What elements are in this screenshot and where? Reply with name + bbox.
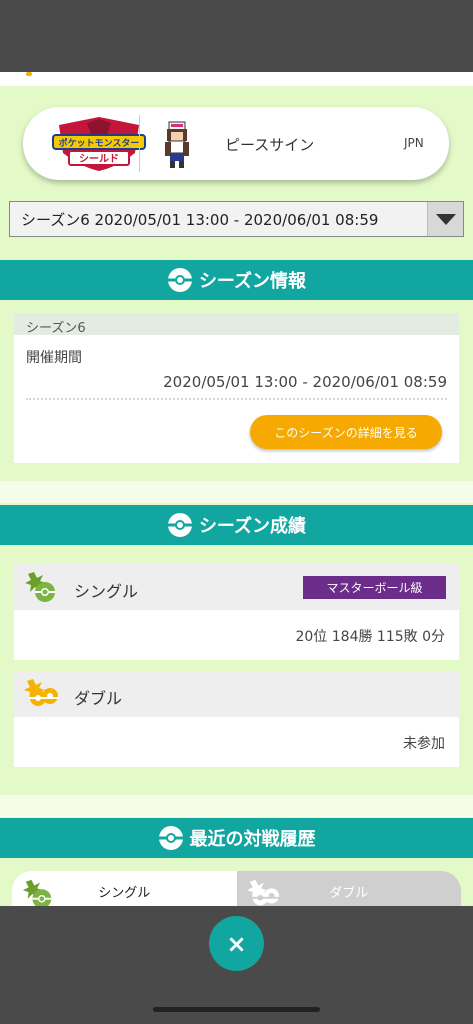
top-strip	[0, 72, 473, 86]
chevron-down-icon	[435, 213, 456, 225]
tab-double[interactable]: ダブル	[236, 871, 461, 911]
single-result-head: シングル マスターボール級	[14, 564, 459, 610]
season-info-title: シーズン情報	[198, 271, 307, 292]
profile-divider	[139, 115, 140, 172]
double-result-head: ダブル	[14, 671, 459, 717]
single-battle-icon	[25, 572, 55, 602]
logo-text-bottom: シールド	[79, 153, 119, 165]
season-detail-button[interactable]: このシーズンの詳細を見る	[250, 415, 442, 449]
double-result-body: 未参加	[14, 717, 459, 767]
single-result-card: シングル マスターボール級 20位 184勝 115敗 0分	[14, 564, 459, 660]
battle-history-title: 最近の対戦履歴	[189, 829, 316, 850]
section-spacer	[0, 481, 473, 503]
season-dropdown[interactable]: シーズン6 2020/05/01 13:00 - 2020/06/01 08:5…	[9, 201, 464, 237]
pokeball-icon	[167, 268, 192, 292]
status-bar-area	[0, 0, 473, 72]
double-record: 未参加	[403, 736, 445, 752]
dotted-divider	[26, 398, 447, 400]
pokemon-shield-logo: ポケットモンスター シールド	[52, 117, 146, 171]
period-label: 開催期間	[26, 350, 82, 366]
battle-history-tabs: シングル ダブル	[12, 871, 461, 911]
tab-single-label: シングル	[98, 885, 151, 901]
single-label: シングル	[74, 582, 139, 601]
double-battle-icon	[24, 679, 59, 706]
season-info-card: シーズン6 開催期間 2020/05/01 13:00 - 2020/06/01…	[14, 313, 459, 463]
home-indicator	[153, 1007, 320, 1012]
close-icon: ×	[226, 929, 247, 958]
rank-badge: マスターボール級	[303, 576, 446, 599]
season-info-header: シーズン情報	[0, 260, 473, 300]
pokeball-icon	[167, 513, 192, 537]
tab-double-label: ダブル	[329, 885, 369, 901]
season-dropdown-value: シーズン6 2020/05/01 13:00 - 2020/06/01 08:5…	[21, 210, 379, 229]
single-record: 20位 184勝 115敗 0分	[295, 629, 445, 645]
dropdown-arrow-button[interactable]	[427, 202, 463, 236]
season-label: シーズン6	[14, 313, 459, 336]
battle-history-header: 最近の対戦履歴	[0, 818, 473, 858]
trainer-avatar	[165, 121, 189, 168]
tab-single[interactable]: シングル	[12, 871, 237, 911]
double-result-card: ダブル 未参加	[14, 671, 459, 767]
season-results-header: シーズン成績	[0, 505, 473, 545]
period-value: 2020/05/01 13:00 - 2020/06/01 08:59	[163, 373, 447, 391]
logo-text-top: ポケットモンスター	[59, 137, 140, 149]
trainer-profile-card: ポケットモンスター シールド ピースサイン JPN	[23, 107, 449, 180]
strip-accent	[26, 72, 32, 76]
section-spacer	[0, 795, 473, 817]
single-result-body: 20位 184勝 115敗 0分	[14, 610, 459, 660]
close-button[interactable]: ×	[209, 916, 264, 971]
trainer-name: ピースサイン	[225, 136, 315, 154]
pokeball-icon	[158, 826, 183, 850]
region-label: JPN	[404, 136, 424, 150]
season-results-title: シーズン成績	[198, 516, 307, 537]
double-label: ダブル	[74, 689, 123, 708]
